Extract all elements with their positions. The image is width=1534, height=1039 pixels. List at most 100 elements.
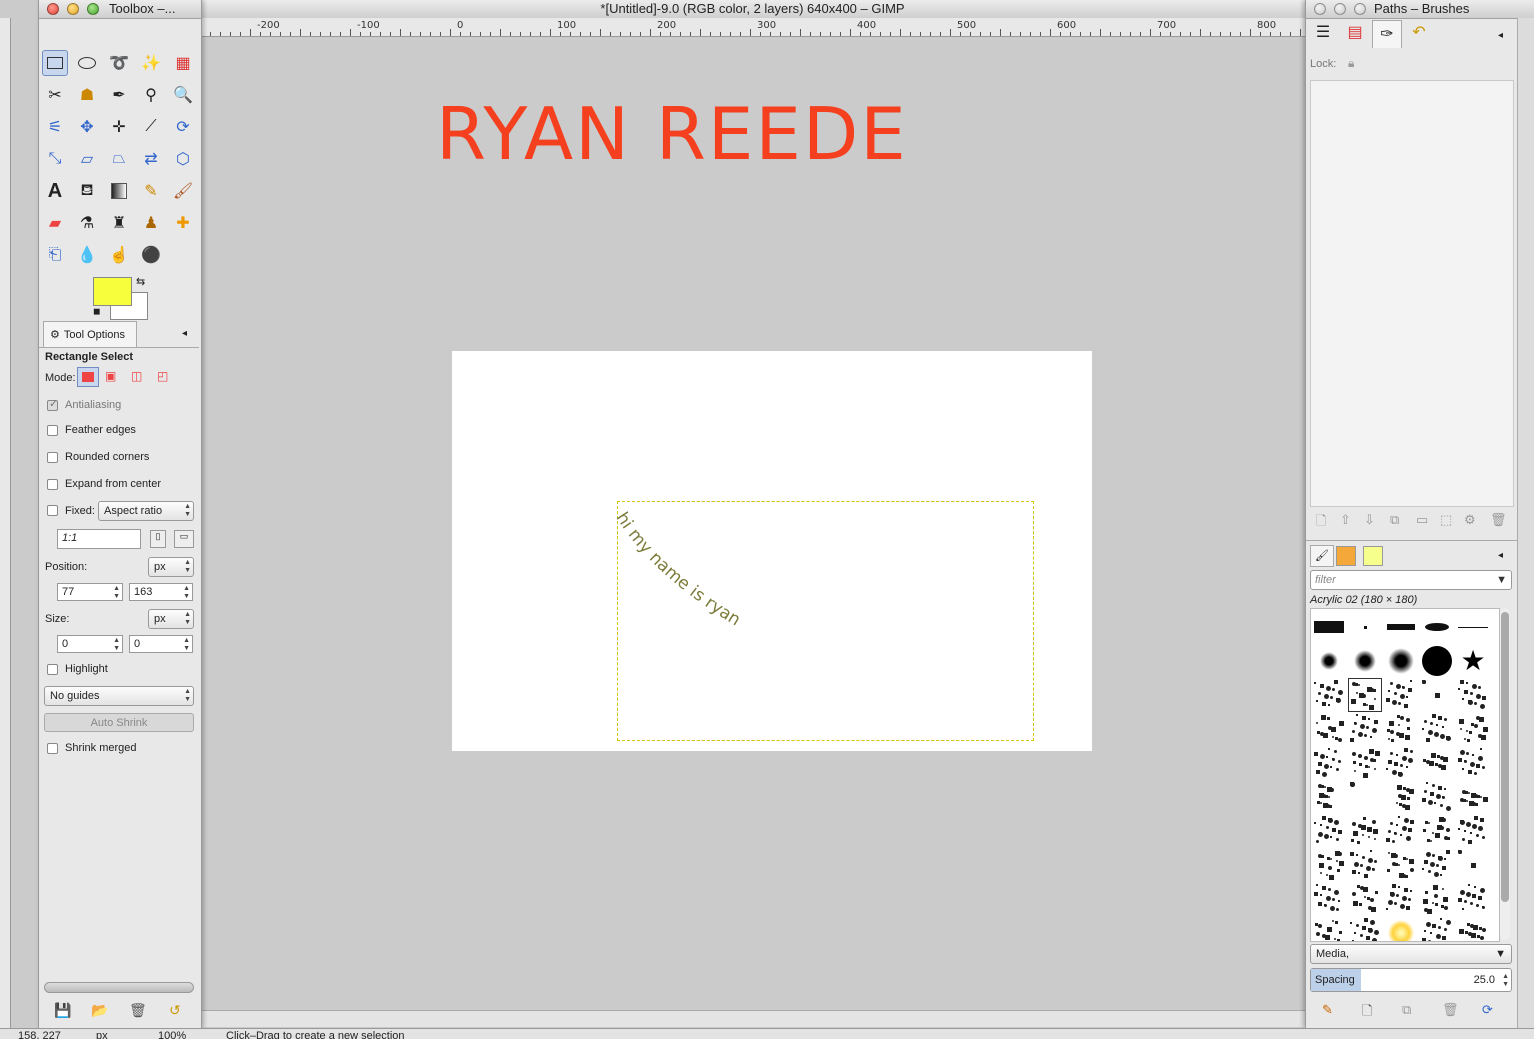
brush-thumbnail[interactable] xyxy=(1385,679,1417,711)
position-unit-select[interactable]: px ▲ ▼ xyxy=(148,557,194,577)
brush-thumbnail[interactable] xyxy=(1457,815,1489,847)
portrait-icon[interactable]: ▯ xyxy=(150,530,166,548)
brush-thumbnail[interactable] xyxy=(1349,611,1381,643)
panel-menu-icon[interactable]: ◂ xyxy=(1498,550,1503,561)
lower-path-icon[interactable]: ⇩ xyxy=(1364,512,1375,528)
spacing-slider[interactable]: Spacing 25.0 ▲ ▼ xyxy=(1310,968,1512,992)
brush-thumbnail[interactable] xyxy=(1349,781,1381,813)
brush-thumbnail[interactable] xyxy=(1457,781,1489,813)
mode-intersect-icon[interactable]: ◰ xyxy=(157,369,168,383)
delete-brush-icon[interactable]: 🗑 xyxy=(1442,1002,1459,1018)
brush-thumbnail[interactable] xyxy=(1313,611,1345,643)
brush-thumbnail[interactable] xyxy=(1457,849,1489,881)
fixed-mode-select[interactable]: Aspect ratio ▲ ▼ xyxy=(98,501,194,521)
new-path-icon[interactable]: 🗋 xyxy=(1316,512,1326,534)
brush-thumbnail[interactable] xyxy=(1313,849,1345,881)
brush-thumbnail[interactable] xyxy=(1457,611,1489,643)
shear-tool-icon[interactable]: ▱ xyxy=(74,146,100,172)
landscape-icon[interactable]: ▭ xyxy=(174,530,194,548)
panel-menu-icon[interactable]: ◂ xyxy=(1498,30,1503,41)
tab-channels[interactable]: ▤ xyxy=(1342,22,1368,46)
tab-gradients[interactable] xyxy=(1363,546,1383,566)
brush-thumbnail[interactable] xyxy=(1385,849,1417,881)
save-options-icon[interactable]: 💾 xyxy=(54,1002,71,1019)
aspect-ratio-input[interactable]: 1:1 xyxy=(57,529,141,549)
horizontal-scrollbar[interactable] xyxy=(200,1010,1305,1027)
swap-colors-icon[interactable]: ⇆ xyxy=(136,275,145,288)
new-brush-icon[interactable]: 🗋 xyxy=(1362,1002,1372,1024)
cage-transform-tool-icon[interactable]: ⬡ xyxy=(170,146,196,172)
brush-grid[interactable]: ★ xyxy=(1310,608,1500,942)
minimize-window-icon[interactable] xyxy=(1334,3,1346,15)
tab-undo-history[interactable]: ↶ xyxy=(1406,22,1432,46)
brush-thumbnail[interactable] xyxy=(1421,917,1453,941)
tab-tool-options[interactable]: ⚙ Tool Options xyxy=(43,321,137,348)
tab-patterns[interactable] xyxy=(1336,546,1356,566)
brush-thumbnail[interactable] xyxy=(1348,678,1382,712)
mode-add-icon[interactable]: ▣ xyxy=(105,369,116,383)
flip-tool-icon[interactable]: ⇄ xyxy=(138,146,164,172)
mode-replace-icon[interactable] xyxy=(77,367,99,387)
dodge-burn-tool-icon[interactable]: ⚫ xyxy=(138,242,164,268)
size-height-input[interactable]: 0 ▲ ▼ xyxy=(129,635,193,653)
rounded-corners-checkbox[interactable] xyxy=(47,452,58,463)
duplicate-brush-icon[interactable]: ⧉ xyxy=(1402,1002,1411,1018)
eraser-tool-icon[interactable]: ▰ xyxy=(42,210,68,236)
brush-thumbnail[interactable] xyxy=(1385,713,1417,745)
brush-thumbnail[interactable] xyxy=(1457,883,1489,915)
brush-thumbnail[interactable] xyxy=(1349,713,1381,745)
text-tool-icon[interactable]: A xyxy=(42,178,68,204)
brush-thumbnail[interactable] xyxy=(1313,815,1345,847)
perspective-clone-tool-icon[interactable]: ⎗ xyxy=(42,242,68,268)
brush-thumbnail[interactable] xyxy=(1421,713,1453,745)
dock-side-scrollbar[interactable] xyxy=(1517,18,1534,1028)
rect-select-tool-icon[interactable] xyxy=(42,50,68,76)
brush-thumbnail[interactable] xyxy=(1313,781,1345,813)
default-colors-icon[interactable]: ◼ xyxy=(93,306,100,317)
refresh-brushes-icon[interactable]: ⟳ xyxy=(1482,1002,1493,1018)
brush-thumbnail[interactable] xyxy=(1313,713,1345,745)
brush-thumbnail[interactable] xyxy=(1457,747,1489,779)
brush-thumbnail[interactable] xyxy=(1313,645,1345,677)
edit-brush-icon[interactable]: ✎ xyxy=(1322,1002,1333,1018)
lock-icon[interactable]: 🔒︎ xyxy=(1348,56,1354,71)
paths-list[interactable] xyxy=(1310,80,1514,507)
brush-filter-input[interactable]: filter ▼ xyxy=(1310,570,1512,590)
brush-thumbnail[interactable] xyxy=(1421,849,1453,881)
delete-options-icon[interactable]: 🗑 xyxy=(129,1002,147,1019)
brush-thumbnail[interactable] xyxy=(1385,645,1417,677)
brush-thumbnail[interactable] xyxy=(1385,611,1417,643)
brush-tag-select[interactable]: Media, ▼ xyxy=(1310,944,1512,964)
brush-thumbnail[interactable] xyxy=(1313,679,1345,711)
align-tool-icon[interactable]: ✛ xyxy=(106,114,132,140)
horizontal-ruler[interactable]: -200 -100 0 100 200 300 400 500 600 700 800 xyxy=(200,18,1305,37)
fuzzy-select-tool-icon[interactable]: ✨ xyxy=(138,50,164,76)
raise-path-icon[interactable]: ⇧ xyxy=(1340,512,1351,528)
auto-shrink-button[interactable]: Auto Shrink xyxy=(44,713,194,732)
brush-thumbnail[interactable] xyxy=(1457,917,1489,941)
scissors-tool-icon[interactable]: ✂ xyxy=(42,82,68,108)
brush-thumbnail[interactable] xyxy=(1421,815,1453,847)
crop-tool-icon[interactable]: ⟋ xyxy=(138,114,164,140)
clone-tool-icon[interactable]: ♟ xyxy=(138,210,164,236)
selection-to-path-icon[interactable]: ⬚ xyxy=(1440,512,1452,528)
lasso-tool-icon[interactable]: ➰ xyxy=(106,50,132,76)
size-unit-select[interactable]: px ▲ ▼ xyxy=(148,609,194,629)
brush-thumbnail[interactable]: ★ xyxy=(1457,645,1489,677)
restore-options-icon[interactable]: 📂 xyxy=(91,1002,108,1019)
close-window-icon[interactable] xyxy=(47,3,59,15)
panel-menu-icon[interactable]: ◂ xyxy=(182,328,187,339)
expand-from-center-checkbox[interactable] xyxy=(47,479,58,490)
brush-thumbnail[interactable] xyxy=(1349,917,1381,941)
perspective-tool-icon[interactable]: ⏢ xyxy=(106,146,132,172)
brush-thumbnail[interactable] xyxy=(1421,679,1453,711)
brush-thumbnail[interactable] xyxy=(1349,849,1381,881)
stroke-path-icon[interactable]: ⚙ xyxy=(1464,512,1476,528)
reset-options-icon[interactable]: ↺ xyxy=(169,1002,181,1019)
tab-paths[interactable]: ✑ xyxy=(1372,20,1402,48)
measure-tool-icon[interactable]: ⚟ xyxy=(42,114,68,140)
fixed-checkbox[interactable] xyxy=(47,505,58,516)
color-picker-tool-icon[interactable]: ⚲ xyxy=(138,82,164,108)
foreground-select-tool-icon[interactable]: ☗ xyxy=(74,82,100,108)
zoom-window-icon[interactable] xyxy=(87,3,99,15)
